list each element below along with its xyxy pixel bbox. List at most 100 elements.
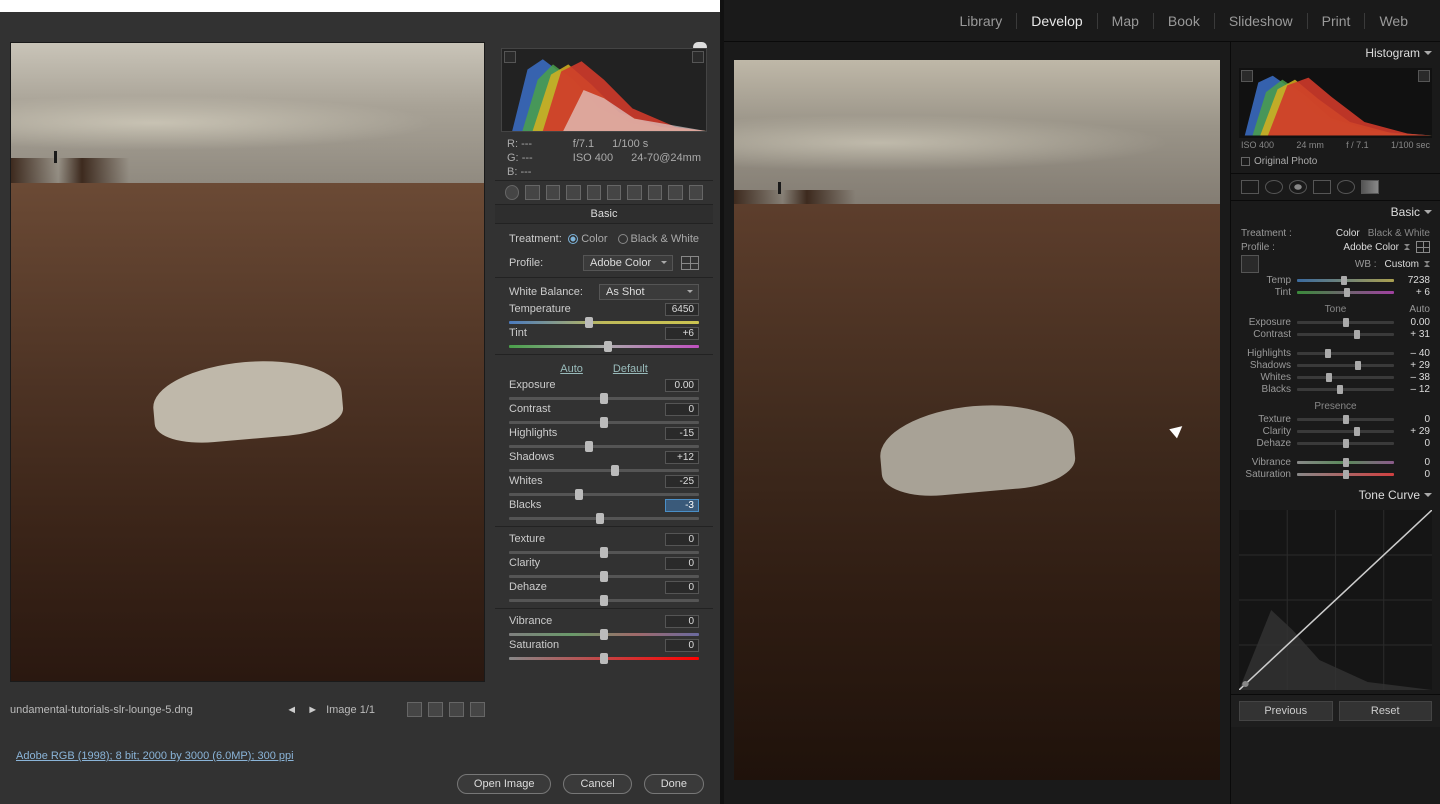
- lr-auto-button[interactable]: Auto: [1409, 304, 1430, 315]
- tool-curve-icon[interactable]: [525, 185, 539, 200]
- nav-web[interactable]: Web: [1365, 13, 1422, 29]
- lr-vibrance-slider[interactable]: Vibrance0: [1241, 457, 1430, 468]
- contrast-slider[interactable]: Contrast0: [509, 403, 699, 424]
- saturation-slider[interactable]: Saturation0: [509, 639, 699, 660]
- temperature-slider[interactable]: Temperature6450: [509, 303, 699, 324]
- grad-tool-icon[interactable]: [1313, 180, 1331, 194]
- profile-browser-icon[interactable]: [681, 256, 699, 270]
- brush-tool-icon[interactable]: [1361, 180, 1379, 194]
- vibrance-slider[interactable]: Vibrance0: [509, 615, 699, 636]
- profile-label: Profile:: [509, 257, 543, 269]
- lr-shadow-clip-icon[interactable]: [1241, 70, 1253, 82]
- original-photo-toggle[interactable]: Original Photo: [1231, 154, 1440, 173]
- blacks-slider[interactable]: Blacks-3: [509, 499, 699, 520]
- previous-button[interactable]: Previous: [1239, 701, 1333, 721]
- lr-highlight-clip-icon[interactable]: [1418, 70, 1430, 82]
- lr-shadows-slider[interactable]: Shadows+ 29: [1241, 360, 1430, 371]
- highlights-slider[interactable]: Highlights-15: [509, 427, 699, 448]
- nav-slideshow[interactable]: Slideshow: [1215, 13, 1308, 29]
- auto-link[interactable]: Auto: [560, 363, 583, 375]
- tool-presets-icon[interactable]: [668, 185, 682, 200]
- lr-blacks-slider[interactable]: Blacks– 12: [1241, 384, 1430, 395]
- lr-whites-slider[interactable]: Whites– 38: [1241, 372, 1430, 383]
- tool-basic-icon[interactable]: [505, 185, 519, 200]
- module-nav: Library Develop Map Book Slideshow Print…: [724, 0, 1440, 42]
- lr-toolstrip: [1231, 173, 1440, 201]
- lr-highlights-slider[interactable]: Highlights– 40: [1241, 348, 1430, 359]
- dehaze-slider[interactable]: Dehaze0: [509, 581, 699, 602]
- rate-icon[interactable]: [407, 702, 422, 717]
- treatment-label: Treatment:: [509, 233, 562, 245]
- tool-hsl-icon[interactable]: [566, 185, 580, 200]
- done-button[interactable]: Done: [644, 774, 704, 794]
- nav-print[interactable]: Print: [1308, 13, 1366, 29]
- exposure-slider[interactable]: Exposure0.00: [509, 379, 699, 400]
- prev-image-button[interactable]: ◄: [284, 704, 299, 716]
- tool-fx-icon[interactable]: [627, 185, 641, 200]
- lr-clarity-slider[interactable]: Clarity+ 29: [1241, 426, 1430, 437]
- tool-snapshots-icon[interactable]: [689, 185, 703, 200]
- cancel-button[interactable]: Cancel: [563, 774, 631, 794]
- highlight-clip-icon[interactable]: [692, 51, 704, 63]
- lr-contrast-slider[interactable]: Contrast+ 31: [1241, 329, 1430, 340]
- radial-tool-icon[interactable]: [1337, 180, 1355, 194]
- lr-exif: ISO 40024 mmf / 7.11/100 sec: [1231, 140, 1440, 154]
- nav-map[interactable]: Map: [1098, 13, 1154, 29]
- lr-profile-dropdown[interactable]: Adobe Color: [1343, 242, 1410, 253]
- tab-basic[interactable]: Basic: [495, 205, 713, 224]
- nav-develop[interactable]: Develop: [1017, 13, 1097, 29]
- profile-dropdown[interactable]: Adobe Color: [583, 255, 673, 271]
- spot-tool-icon[interactable]: [1265, 180, 1283, 194]
- tool-detail-icon[interactable]: [546, 185, 560, 200]
- next-image-button[interactable]: ►: [305, 704, 320, 716]
- basic-header[interactable]: Basic: [1231, 201, 1440, 223]
- treatment-bw-radio[interactable]: Black & White: [618, 233, 699, 245]
- label-icon[interactable]: [428, 702, 443, 717]
- mark-icon[interactable]: [449, 702, 464, 717]
- lr-bw-radio[interactable]: Black & White: [1368, 228, 1430, 239]
- texture-slider[interactable]: Texture0: [509, 533, 699, 554]
- lr-profile-browser-icon[interactable]: [1416, 241, 1430, 253]
- lr-color-radio[interactable]: Color: [1336, 228, 1360, 239]
- tone-curve-header[interactable]: Tone Curve: [1231, 484, 1440, 506]
- acr-window: undamental-tutorials-slr-lounge-5.dng ◄ …: [0, 0, 720, 804]
- shadows-slider[interactable]: Shadows+12: [509, 451, 699, 472]
- open-image-button[interactable]: Open Image: [457, 774, 552, 794]
- tool-calib-icon[interactable]: [648, 185, 662, 200]
- wb-eyedropper-icon[interactable]: [1241, 255, 1259, 273]
- workflow-link[interactable]: Adobe RGB (1998); 8 bit; 2000 by 3000 (6…: [16, 750, 294, 762]
- whites-slider[interactable]: Whites-25: [509, 475, 699, 496]
- filename: undamental-tutorials-slr-lounge-5.dng: [10, 704, 193, 716]
- lr-texture-slider[interactable]: Texture0: [1241, 414, 1430, 425]
- lr-preview-image[interactable]: [734, 60, 1220, 780]
- develop-panel: Histogram ISO 40024 mmf / 7.11/100 sec O…: [1230, 42, 1440, 804]
- lr-histogram[interactable]: [1239, 68, 1432, 138]
- wb-dropdown[interactable]: As Shot: [599, 284, 699, 300]
- lr-tint-slider[interactable]: Tint+ 6: [1241, 287, 1430, 298]
- default-link[interactable]: Default: [613, 363, 648, 375]
- nav-library[interactable]: Library: [946, 13, 1018, 29]
- lr-dehaze-slider[interactable]: Dehaze0: [1241, 438, 1430, 449]
- prefs-icon[interactable]: [470, 702, 485, 717]
- histogram-header[interactable]: Histogram: [1231, 42, 1440, 64]
- tool-split-icon[interactable]: [587, 185, 601, 200]
- tool-lens-icon[interactable]: [607, 185, 621, 200]
- histogram[interactable]: [501, 48, 707, 132]
- lightroom-window: Library Develop Map Book Slideshow Print…: [724, 0, 1440, 804]
- nav-book[interactable]: Book: [1154, 13, 1215, 29]
- crop-tool-icon[interactable]: [1241, 180, 1259, 194]
- clarity-slider[interactable]: Clarity0: [509, 557, 699, 578]
- lr-temp-slider[interactable]: Temp7238: [1241, 275, 1430, 286]
- treatment-color-radio[interactable]: Color: [568, 233, 607, 245]
- acr-panel: R: --- G: --- B: --- f/7.11/100 s ISO 40…: [495, 42, 713, 740]
- shadow-clip-icon[interactable]: [504, 51, 516, 63]
- reset-button[interactable]: Reset: [1339, 701, 1433, 721]
- lr-wb-dropdown[interactable]: Custom: [1385, 259, 1430, 270]
- tint-slider[interactable]: Tint+6: [509, 327, 699, 348]
- acr-preview-image[interactable]: [10, 42, 485, 682]
- lr-exposure-slider[interactable]: Exposure0.00: [1241, 317, 1430, 328]
- lr-saturation-slider[interactable]: Saturation0: [1241, 469, 1430, 480]
- redeye-tool-icon[interactable]: [1289, 180, 1307, 194]
- tone-curve-chart[interactable]: [1239, 510, 1432, 690]
- wb-label: White Balance:: [509, 286, 583, 298]
